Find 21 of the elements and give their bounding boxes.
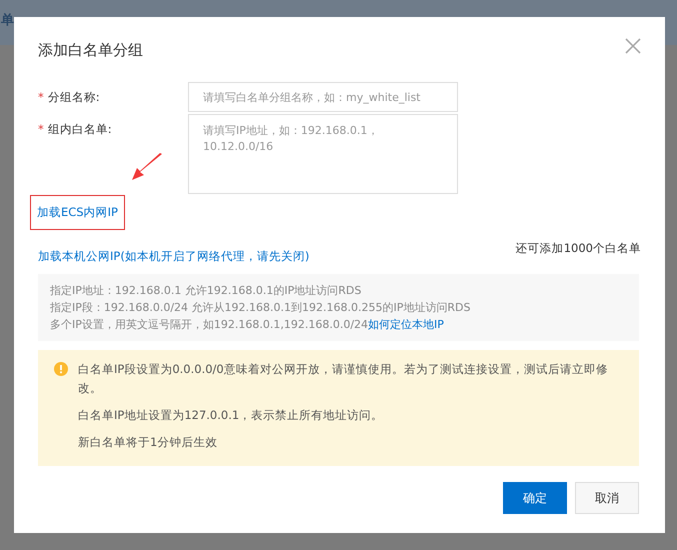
hint-text: 指定IP地址：192.168.0.1 允许192.168.0.1的IP地址访问RDS <box>50 283 362 299</box>
load-ip-link[interactable]: 加载本机公网IP(如本机开启了网络代理，请先关闭) <box>38 249 310 264</box>
arrow-icon <box>130 152 164 182</box>
warning-text: 白名单IP段设置为0.0.0.0/0意味着对公网开放，请谨慎使用。若为了测试连接设置，测试后请立即修改。 <box>78 361 609 397</box>
remaining-count: 还可添加1000个白名单 <box>516 241 641 256</box>
warning-icon <box>54 362 68 376</box>
confirm-button[interactable]: 确定 <box>503 482 567 514</box>
locate-ip-link[interactable]: 如何定位本地IP <box>368 318 444 331</box>
whitelist-field[interactable]: 请填写IP地址，如：192.168.0.1，10.12.0.0/16 <box>188 114 458 194</box>
hint-text: 多个IP设置，用英文逗号隔开，如192.168.0.1,192.168.0.0/24如何定位本地IP <box>50 317 445 333</box>
warning-text: 新白名单将于1分钟后生效 <box>78 434 218 451</box>
load-ip-link[interactable]: 加载ECS内网IP <box>31 196 124 229</box>
field-label: * 组内白名单: <box>38 121 113 137</box>
page-title: 单 <box>1 12 14 28</box>
close-icon[interactable] <box>625 38 641 54</box>
field-label: * 分组名称: <box>38 89 101 105</box>
dialog-title: 添加白名单分组 <box>38 41 143 60</box>
cancel-button[interactable]: 取消 <box>575 482 639 514</box>
warning-text: 白名单IP地址设置为127.0.0.1，表示禁止所有地址访问。 <box>78 407 384 424</box>
hint-text: 指定IP段：192.168.0.0/24 允许从192.168.0.1到192.168.0.255的IP地址访问RDS <box>50 300 472 316</box>
group-name-field[interactable]: 请填写白名单分组名称，如：my_white_list <box>188 82 458 112</box>
